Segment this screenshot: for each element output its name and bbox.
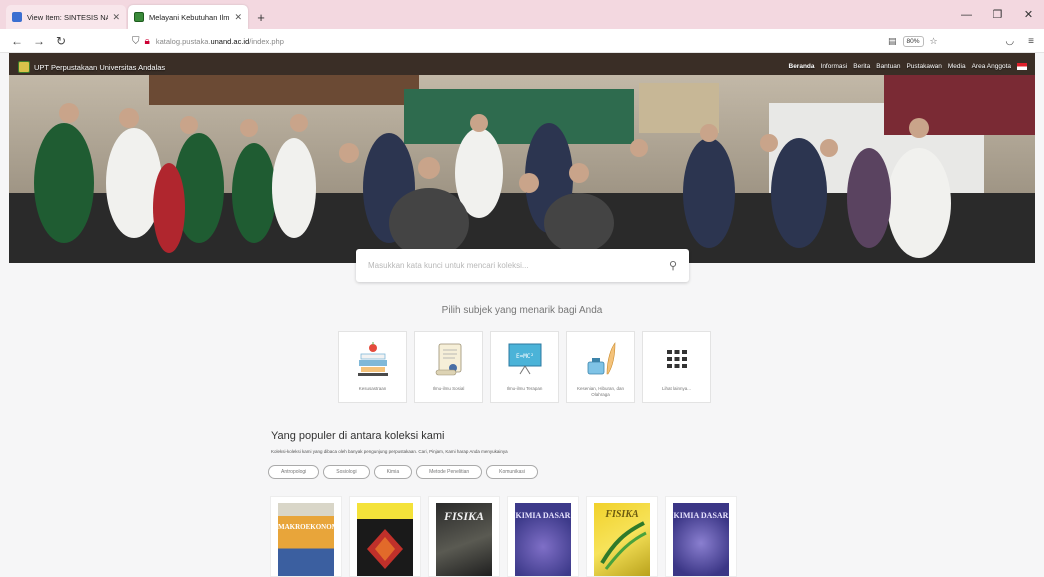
grid-icon — [659, 340, 695, 378]
book-cover-title: KIMIA DASAR — [673, 511, 729, 520]
back-arrow-icon[interactable]: ← — [6, 30, 28, 52]
page-favicon-icon — [12, 12, 22, 22]
browser-navigation-bar: ← → ↻ ⛉ 🔒︎ katalog.pustaka. unand.ac.id/i… — [0, 29, 1044, 53]
book-cover-image: KIMIA DASAR — [515, 503, 571, 576]
nav-link-pustakawan[interactable]: Pustakawan — [906, 63, 941, 70]
close-tab-icon[interactable]: ✕ — [112, 12, 120, 23]
subject-label: Lihat lainnya... — [661, 386, 692, 391]
popular-books: MAKROEKONOMI FISIKA KIMIA DASAR FISIKA — [270, 496, 737, 577]
language-flag-icon[interactable] — [1017, 63, 1027, 70]
popular-description: Koleksi-koleksi kami yang dibaca oleh ba… — [271, 449, 508, 454]
lock-icon[interactable]: 🔒︎ — [145, 36, 150, 47]
subject-label: Kesusastraan — [358, 386, 387, 391]
search-input[interactable] — [368, 261, 669, 270]
catalog-search: ⚲ — [356, 249, 689, 282]
book-card[interactable] — [349, 496, 421, 577]
tag-chip[interactable]: Antropologi — [268, 465, 320, 479]
bookmark-star-icon[interactable]: ☆ — [930, 36, 938, 47]
tag-chip[interactable]: Sosiologi — [323, 465, 370, 479]
book-cover-image: FISIKA — [594, 503, 650, 576]
hamburger-menu-icon[interactable]: ≡ — [1028, 36, 1034, 47]
group-photo-image — [9, 53, 1035, 263]
ink-feather-icon — [583, 340, 619, 378]
book-card[interactable]: FISIKA — [428, 496, 500, 577]
top-navigation: Beranda Informasi Berita Bantuan Pustaka… — [789, 63, 1027, 70]
address-bar[interactable]: ⛉ 🔒︎ katalog.pustaka. unand.ac.id/index.p… — [132, 32, 952, 50]
restore-icon[interactable]: ❐ — [982, 0, 1013, 29]
new-tab-button[interactable]: + — [250, 5, 272, 29]
hero-banner: UPT Perpustakaan Universitas Andalas Ber… — [9, 53, 1035, 263]
subject-card-lainnya[interactable]: Lihat lainnya... — [642, 331, 711, 403]
url-domain: unand.ac.id — [210, 36, 250, 46]
toolbar-right: ◡ ≡ — [1005, 32, 1034, 50]
url-path: /index.php — [249, 36, 284, 46]
book-card[interactable]: MAKROEKONOMI — [270, 496, 342, 577]
reader-view-icon[interactable]: ▤ — [888, 36, 897, 47]
nav-link-area-anggota[interactable]: Area Anggota — [972, 63, 1011, 70]
book-cover-image: FISIKA — [436, 503, 492, 576]
subject-card-kesusastraan[interactable]: Kesusastraan — [338, 331, 407, 403]
book-favicon-icon — [134, 12, 144, 22]
reload-icon[interactable]: ↻ — [50, 30, 72, 52]
book-cover-image: MAKROEKONOMI — [278, 503, 334, 576]
browser-tab-bar: View Item: SINTESIS NANOKOM ✕ Melayani K… — [0, 0, 1044, 29]
book-card[interactable]: KIMIA DASAR — [507, 496, 579, 577]
university-emblem-icon — [18, 61, 30, 73]
tag-chip[interactable]: Kimia — [373, 465, 413, 479]
browser-tab-2[interactable]: Melayani Kebutuhan Ilmu deng ✕ — [128, 5, 248, 29]
nav-link-media[interactable]: Media — [948, 63, 966, 70]
svg-text:E=MC²: E=MC² — [515, 353, 533, 360]
site-name: UPT Perpustakaan Universitas Andalas — [34, 62, 166, 72]
window-controls: — ❐ ✕ — [951, 0, 1044, 29]
book-cover-image — [357, 503, 413, 576]
tag-chip[interactable]: Metode Penelitian — [416, 465, 483, 479]
zoom-level-badge[interactable]: 80% — [902, 35, 924, 47]
subject-card-kesenian[interactable]: Kesenian, Hiburan, dan Olahraga — [566, 331, 635, 403]
search-icon[interactable]: ⚲ — [669, 259, 677, 272]
book-cover-title: FISIKA — [443, 509, 485, 523]
subject-label: Kesenian, Hiburan, dan Olahraga — [576, 386, 625, 397]
address-bar-actions: ▤ 80% ☆ — [888, 32, 938, 50]
book-cover-image: KIMIA DASAR — [673, 503, 729, 576]
close-tab-icon[interactable]: ✕ — [234, 12, 242, 23]
popular-heading: Yang populer di antara koleksi kami — [271, 430, 445, 442]
close-window-icon[interactable]: ✕ — [1013, 0, 1044, 29]
forward-arrow-icon[interactable]: → — [28, 30, 50, 52]
url-prefix: katalog.pustaka. — [155, 36, 211, 46]
book-cover-title: MAKROEKONOMI — [278, 523, 334, 531]
scroll-icon — [431, 340, 467, 378]
pocket-icon[interactable]: ◡ — [1005, 36, 1014, 47]
browser-tab-1[interactable]: View Item: SINTESIS NANOKOM ✕ — [6, 5, 126, 29]
nav-link-informasi[interactable]: Informasi — [821, 63, 848, 70]
book-cover-title: KIMIA DASAR — [515, 511, 571, 520]
shield-icon[interactable]: ⛉ — [132, 36, 140, 47]
book-card[interactable]: KIMIA DASAR — [665, 496, 737, 577]
blackboard-icon: E=MC² — [507, 340, 543, 378]
nav-link-bantuan[interactable]: Bantuan — [876, 63, 900, 70]
subject-card-ilmu-sosial[interactable]: Ilmu-ilmu Sosial — [414, 331, 483, 403]
minimize-icon[interactable]: — — [951, 0, 982, 29]
tag-chip[interactable]: Komunikasi — [486, 465, 538, 479]
tab-title: Melayani Kebutuhan Ilmu deng — [149, 12, 230, 22]
subject-label: Ilmu-ilmu Terapan — [506, 386, 543, 391]
popular-tags: Antropologi Sosiologi Kimia Metode Penel… — [268, 465, 538, 479]
book-card[interactable]: FISIKA — [586, 496, 658, 577]
subject-label: Ilmu-ilmu Sosial — [432, 386, 465, 391]
nav-link-beranda[interactable]: Beranda — [789, 63, 815, 70]
tab-title: View Item: SINTESIS NANOKOM — [27, 12, 109, 22]
nav-link-berita[interactable]: Berita — [853, 63, 870, 70]
subjects-heading: Pilih subjek yang menarik bagi Anda — [441, 305, 603, 316]
books-apple-icon — [355, 340, 391, 378]
subject-card-ilmu-terapan[interactable]: E=MC² Ilmu-ilmu Terapan — [490, 331, 559, 403]
subject-list: Kesusastraan Ilmu-ilmu Sosial E=MC² Ilmu… — [338, 331, 711, 403]
site-logo[interactable]: UPT Perpustakaan Universitas Andalas — [18, 61, 165, 73]
